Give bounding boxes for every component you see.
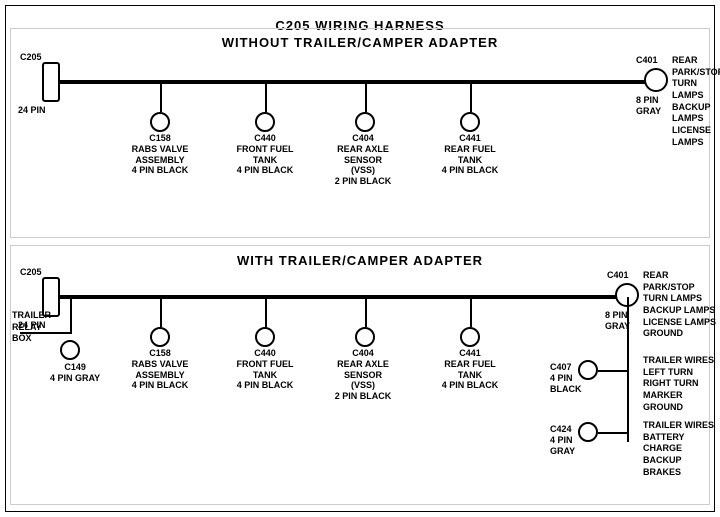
section2-c424-connector	[578, 422, 598, 442]
section1-c205-bottom-label: 24 PIN	[18, 105, 46, 116]
section1-c440-drop	[265, 82, 267, 112]
section2-c404-drop	[365, 297, 367, 327]
section2-c205-top-label: C205	[20, 267, 42, 278]
section1-c441-drop	[470, 82, 472, 112]
section1-c404-connector	[355, 112, 375, 132]
section1-c441-label: C441REAR FUELTANK4 PIN BLACK	[440, 133, 500, 176]
section2-c158-connector	[150, 327, 170, 347]
section2-c407-left-label: C4074 PINBLACK	[550, 362, 582, 394]
section1-title: WITHOUT TRAILER/CAMPER ADAPTER	[0, 35, 720, 50]
section2-c440-connector	[255, 327, 275, 347]
section2-c407-right-label: TRAILER WIRESLEFT TURNRIGHT TURNMARKERGR…	[643, 355, 714, 413]
section2-c440-drop	[265, 297, 267, 327]
section2-c424-right-label: TRAILER WIRESBATTERY CHARGEBACKUPBRAKES	[643, 420, 720, 478]
section1-c158-connector	[150, 112, 170, 132]
section1-c401-bottom-label: 8 PINGRAY	[636, 95, 661, 117]
section2-trailer-relay-label: TRAILERRELAYBOX	[12, 310, 51, 345]
section1-c440-label: C440FRONT FUELTANK4 PIN BLACK	[235, 133, 295, 176]
section2-c441-drop	[470, 297, 472, 327]
section2-c158-drop	[160, 297, 162, 327]
section1-c205-top-label: C205	[20, 52, 42, 63]
section2-c441-connector	[460, 327, 480, 347]
section1-c404-drop	[365, 82, 367, 112]
section2-c424-hstub	[598, 432, 628, 434]
section1-c440-connector	[255, 112, 275, 132]
section1-wire	[50, 80, 660, 84]
section2-trailer-drop	[70, 297, 72, 332]
section2-c404-label: C404REAR AXLESENSOR(VSS)2 PIN BLACK	[333, 348, 393, 402]
section2-c440-label: C440FRONT FUELTANK4 PIN BLACK	[235, 348, 295, 391]
section2-c424-left-label: C4244 PINGRAY	[550, 424, 575, 456]
section2-c158-label: C158RABS VALVEASSEMBLY4 PIN BLACK	[130, 348, 190, 391]
section2-wire	[50, 295, 630, 299]
section1-c441-connector	[460, 112, 480, 132]
section1-c205-connector	[42, 62, 60, 102]
section2-c149-connector	[60, 340, 80, 360]
section2-c441-label: C441REAR FUELTANK4 PIN BLACK	[440, 348, 500, 391]
section2-c149-label: C1494 PIN GRAY	[50, 362, 100, 384]
section1-c158-label: C158RABS VALVEASSEMBLY4 PIN BLACK	[130, 133, 190, 176]
section1-c404-label: C404REAR AXLESENSOR(VSS)2 PIN BLACK	[333, 133, 393, 187]
section2-c407-hstub	[598, 370, 628, 372]
section2-c401-label: C401	[607, 270, 629, 281]
section1-c158-drop	[160, 82, 162, 112]
section1-c401-connector	[644, 68, 668, 92]
diagram-container: C205 WIRING HARNESS WITHOUT TRAILER/CAMP…	[0, 0, 720, 517]
section2-title: WITH TRAILER/CAMPER ADAPTER	[0, 253, 720, 268]
section2-c404-connector	[355, 327, 375, 347]
section1-c401-label: C401	[636, 55, 658, 66]
section2-c401-right-label: REAR PARK/STOPTURN LAMPSBACKUP LAMPSLICE…	[643, 270, 720, 340]
section1-c401-right-label: REAR PARK/STOPTURN LAMPSBACKUP LAMPSLICE…	[672, 55, 720, 149]
